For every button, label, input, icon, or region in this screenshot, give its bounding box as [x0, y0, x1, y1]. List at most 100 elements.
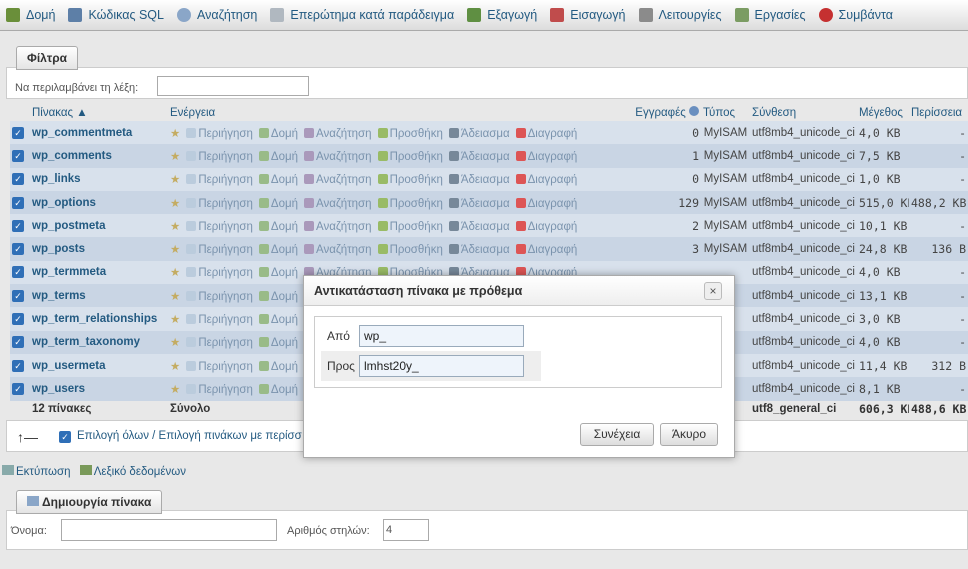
action-link[interactable]: Περιήγηση	[198, 314, 253, 326]
row-checkbox[interactable]: ✓	[12, 173, 24, 186]
star-icon[interactable]: ★	[170, 198, 180, 210]
action-link[interactable]: Διαγραφή	[528, 128, 578, 140]
action-link[interactable]: Δομή	[271, 267, 298, 279]
action-link[interactable]: Δομή	[271, 361, 298, 373]
row-checkbox[interactable]: ✓	[12, 336, 24, 349]
action-link[interactable]: Άδειασμα	[461, 244, 510, 256]
action-link[interactable]: Δομή	[271, 244, 298, 256]
row-checkbox[interactable]: ✓	[12, 266, 24, 279]
action-link[interactable]: Περιήγηση	[198, 337, 253, 349]
star-icon[interactable]: ★	[170, 337, 180, 349]
col-header-name[interactable]: Πίνακας ▲	[30, 104, 168, 121]
size[interactable]: 11,4 KB	[857, 353, 909, 378]
action-link[interactable]: Προσθήκη	[390, 151, 443, 163]
star-icon[interactable]: ★	[170, 151, 180, 163]
col-header-size[interactable]: Μέγεθος	[857, 104, 909, 121]
columns-count-input[interactable]	[383, 519, 429, 541]
action-link[interactable]: Περιήγηση	[198, 291, 253, 303]
table-name[interactable]: wp_links	[30, 167, 168, 191]
action-link[interactable]: Δομή	[271, 337, 298, 349]
table-name[interactable]: wp_postmeta	[30, 214, 168, 238]
size[interactable]: 4,0 KB	[857, 330, 909, 354]
action-link[interactable]: Άδειασμα	[461, 221, 510, 233]
action-link[interactable]: Αναζήτηση	[316, 221, 372, 233]
action-link[interactable]: Περιήγηση	[198, 128, 253, 140]
action-link[interactable]: Διαγραφή	[528, 151, 578, 163]
tab-structure[interactable]: Δομή	[6, 8, 55, 22]
action-link[interactable]: Άδειασμα	[461, 128, 510, 140]
cancel-button[interactable]: Άκυρο	[660, 423, 718, 446]
filters-legend[interactable]: Φίλτρα	[16, 46, 79, 70]
action-link[interactable]: Περιήγηση	[198, 151, 253, 163]
action-link[interactable]: Άδειασμα	[461, 198, 510, 210]
action-link[interactable]: Αναζήτηση	[316, 174, 372, 186]
from-input[interactable]	[359, 325, 524, 347]
table-row[interactable]: ✓ wp_options ★ Περιήγηση Δομή Αναζήτηση Προσθή…	[10, 190, 968, 215]
action-link[interactable]: Διαγραφή	[528, 198, 578, 210]
star-icon[interactable]: ★	[170, 384, 180, 396]
action-link[interactable]: Προσθήκη	[390, 128, 443, 140]
action-link[interactable]: Προσθήκη	[390, 174, 443, 186]
table-row[interactable]: ✓ wp_postmeta ★ Περιήγηση Δομή Αναζήτηση Προσθ…	[10, 214, 968, 238]
size[interactable]: 13,1 KB	[857, 284, 909, 308]
size[interactable]: 1,0 KB	[857, 167, 909, 191]
tab-query[interactable]: Επερώτημα κατά παράδειγμα	[270, 8, 454, 22]
star-icon[interactable]: ★	[170, 244, 180, 256]
table-name[interactable]: wp_posts	[30, 237, 168, 261]
action-link[interactable]: Διαγραφή	[528, 174, 578, 186]
table-name[interactable]: wp_commentmeta	[30, 121, 168, 145]
row-checkbox[interactable]: ✓	[12, 196, 24, 209]
tab-import[interactable]: Εισαγωγή	[550, 8, 626, 22]
table-row[interactable]: ✓ wp_links ★ Περιήγηση Δομή Αναζήτηση Προσθήκη…	[10, 167, 968, 191]
col-header-rows[interactable]: Εγγραφές	[621, 104, 701, 121]
action-link[interactable]: Περιήγηση	[198, 174, 253, 186]
row-checkbox[interactable]: ✓	[12, 243, 24, 256]
row-checkbox[interactable]: ✓	[12, 359, 24, 372]
row-checkbox[interactable]: ✓	[12, 313, 24, 326]
action-link[interactable]: Περιήγηση	[198, 384, 253, 396]
size[interactable]: 3,0 KB	[857, 307, 909, 331]
action-link[interactable]: Προσθήκη	[390, 244, 443, 256]
tab-events[interactable]: Συμβάντα	[818, 8, 893, 22]
col-header-collation[interactable]: Σύνθεση	[750, 104, 857, 121]
action-link[interactable]: Δομή	[271, 221, 298, 233]
action-link[interactable]: Προσθήκη	[390, 221, 443, 233]
table-name-input[interactable]	[61, 519, 277, 541]
action-link[interactable]: Διαγραφή	[528, 244, 578, 256]
create-table-legend[interactable]: Δημιουργία πίνακα	[16, 490, 163, 514]
action-link[interactable]: Περιήγηση	[198, 361, 253, 373]
table-name[interactable]: wp_comments	[30, 144, 168, 168]
row-checkbox[interactable]: ✓	[12, 219, 24, 232]
size[interactable]: 8,1 KB	[857, 377, 909, 401]
print-link[interactable]: Εκτύπωση	[16, 466, 71, 478]
size[interactable]: 4,0 KB	[857, 260, 909, 285]
star-icon[interactable]: ★	[170, 128, 180, 140]
help-icon[interactable]	[689, 106, 699, 116]
filter-input[interactable]	[157, 76, 309, 96]
select-all-label[interactable]: Επιλογή όλων / Επιλογή πινάκων με περίσσ	[77, 430, 302, 442]
size[interactable]: 515,0 KB	[857, 190, 909, 215]
select-all-checkbox[interactable]: ✓	[59, 431, 71, 443]
table-row[interactable]: ✓ wp_comments ★ Περιήγηση Δομή Αναζήτηση Προσθ…	[10, 144, 968, 168]
row-checkbox[interactable]: ✓	[12, 382, 24, 395]
to-input[interactable]	[359, 355, 524, 377]
col-header-type[interactable]: Τύπος	[701, 104, 750, 121]
tab-tasks[interactable]: Εργασίες	[734, 8, 806, 22]
action-link[interactable]: Δομή	[271, 291, 298, 303]
col-header-overhead[interactable]: Περίσσεια	[909, 104, 968, 121]
table-name[interactable]: wp_termmeta	[30, 260, 168, 285]
dictionary-link[interactable]: Λεξικό δεδομένων	[94, 466, 186, 478]
table-row[interactable]: ✓ wp_commentmeta ★ Περιήγηση Δομή Αναζήτηση Πρ…	[10, 121, 968, 145]
action-link[interactable]: Περιήγηση	[198, 221, 253, 233]
action-link[interactable]: Άδειασμα	[461, 151, 510, 163]
table-row[interactable]: ✓ wp_posts ★ Περιήγηση Δομή Αναζήτηση Προσθήκη…	[10, 237, 968, 261]
table-name[interactable]: wp_options	[30, 190, 168, 215]
action-link[interactable]: Αναζήτηση	[316, 151, 372, 163]
action-link[interactable]: Δομή	[271, 174, 298, 186]
star-icon[interactable]: ★	[170, 267, 180, 279]
star-icon[interactable]: ★	[170, 361, 180, 373]
table-name[interactable]: wp_terms	[30, 284, 168, 308]
action-link[interactable]: Περιήγηση	[198, 198, 253, 210]
dialog-titlebar[interactable]: Αντικατάσταση πίνακα με πρόθεμα ×	[304, 276, 734, 306]
table-name[interactable]: wp_term_taxonomy	[30, 330, 168, 354]
